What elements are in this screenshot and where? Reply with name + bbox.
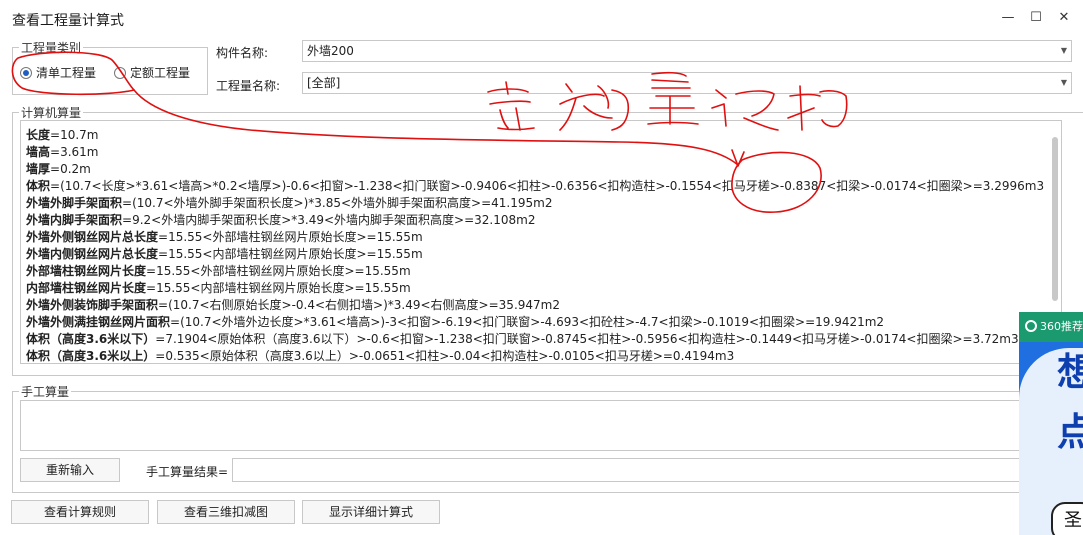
ad-big-text: 想 [1057,350,1083,394]
ad-header[interactable]: 360推荐 [1019,312,1083,342]
calc-line: 体积（高度3.6米以上）=0.535<原始体积（高度3.6以上）>-0.0651… [26,349,735,363]
minimize-button[interactable]: — [997,8,1019,28]
maximize-button[interactable]: ☐ [1025,8,1047,28]
calc-line: 体积=(10.7<长度>*3.61<墙高>*0.2<墙厚>)-0.6<扣窗>-1… [26,179,1045,193]
calc-line: 外部墙柱钢丝网片长度=15.55<外部墙柱钢丝网片原始长度>=15.55m [26,264,411,278]
calc-line: 墙厚=0.2m [26,162,91,176]
manual-result-label: 手工算量结果= [146,465,229,479]
radio-bill-quantity[interactable]: 清单工程量 [20,64,96,81]
view-rules-button[interactable]: 查看计算规则 [11,500,149,524]
calc-line: 内部墙柱钢丝网片长度=15.55<内部墙柱钢丝网片原始长度>=15.55m [26,281,411,295]
manual-calc-textarea[interactable] [20,400,1020,451]
calc-line: 体积（高度3.6米以下）=7.1904<原始体积（高度3.6以下）>-0.6<扣… [26,332,1019,346]
ad-header-label: 360推荐 [1040,320,1083,333]
component-name-value: 外墙200 [307,44,354,58]
calc-line: 长度=10.7m [26,128,99,142]
ad-big-text: 点 [1057,410,1083,454]
camera-icon [1025,320,1037,332]
radio-quota-label: 定额工程量 [130,66,191,80]
calc-line: 外墙内侧钢丝网片总长度=15.55<内部墙柱钢丝网片原始长度>=15.55m [26,247,423,261]
quantity-name-value: [全部] [307,76,341,90]
ad-pill[interactable]: 圣 [1051,502,1083,535]
calc-line: 外墙外脚手架面积=(10.7<外墙外脚手架面积长度>)*3.85<外墙外脚手架面… [26,196,553,210]
calc-line: 外墙外侧满挂钢丝网片面积=(10.7<外墙外边长度>*3.61<墙高>)-3<扣… [26,315,885,329]
view-3d-deduction-button[interactable]: 查看三维扣减图 [157,500,295,524]
computer-calc-legend: 计算机算量 [19,104,84,121]
calc-line: 外墙外侧装饰脚手架面积=(10.7<右侧原始长度>-0.4<右侧扣墙>)*3.4… [26,298,560,312]
radio-selected-icon [20,66,32,79]
quantity-name-combo[interactable]: [全部] ▼ [302,72,1072,94]
vertical-scrollbar[interactable] [1052,137,1058,301]
show-detail-formula-button[interactable]: 显示详细计算式 [302,500,440,524]
calc-line: 外墙外侧钢丝网片总长度=15.55<外部墙柱钢丝网片原始长度>=15.55m [26,230,423,244]
quantity-name-label: 工程量名称: [216,79,281,93]
manual-result-input[interactable] [232,458,1022,482]
window-title: 查看工程量计算式 [12,13,124,29]
component-name-combo[interactable]: 外墙200 ▼ [302,40,1072,62]
side-ad-panel[interactable]: 360推荐 想 点 圣 [1019,312,1083,535]
reenter-button[interactable]: 重新输入 [20,458,120,482]
calc-line: 墙高=3.61m [26,145,99,159]
radio-bill-label: 清单工程量 [36,66,97,80]
radio-quota-quantity[interactable]: 定额工程量 [114,64,190,81]
close-button[interactable]: ✕ [1053,8,1075,28]
chevron-down-icon: ▼ [1060,46,1067,55]
radio-unselected-icon [114,66,126,79]
manual-calc-legend: 手工算量 [19,383,72,400]
calc-line: 外墙内脚手架面积=9.2<外墙内脚手架面积长度>*3.49<外墙内脚手架面积高度… [26,213,536,227]
component-name-label: 构件名称: [216,46,269,60]
calc-textbox[interactable]: 长度=10.7m 墙高=3.61m 墙厚=0.2m 体积=(10.7<长度>*3… [20,120,1062,364]
chevron-down-icon: ▼ [1060,78,1067,87]
quantity-type-legend: 工程量类别 [19,39,84,56]
